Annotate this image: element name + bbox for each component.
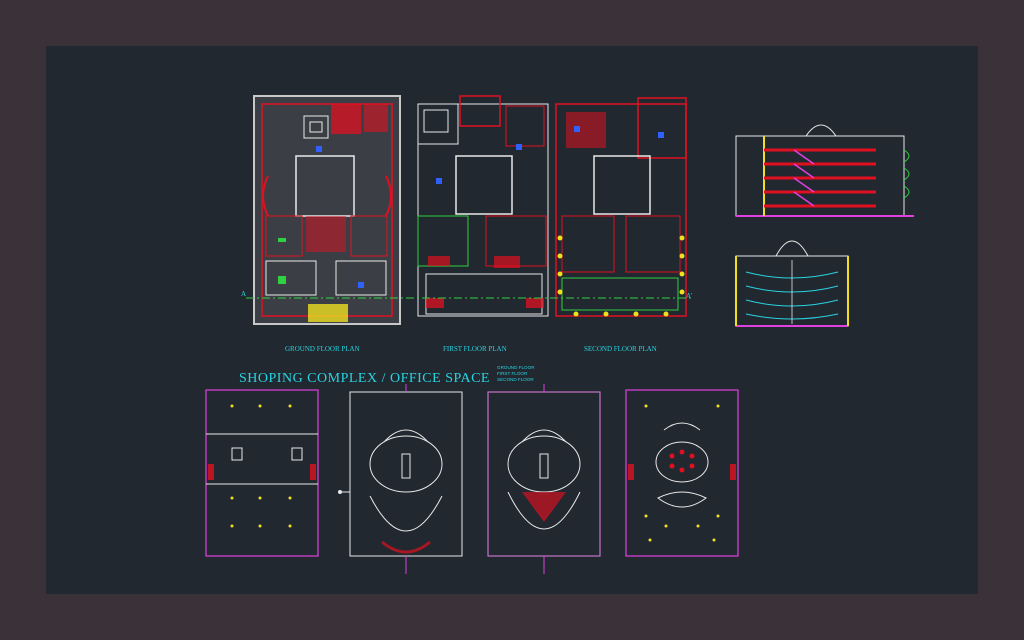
ground-floor-plan: [253, 95, 401, 325]
ground-floor-plan-label: GROUND FLOOR PLAN: [285, 345, 360, 353]
layout-plan-4: [625, 389, 739, 557]
floor-legend-second: SECOND FLOOR: [497, 377, 534, 382]
drawing-title: SHOPING COMPLEX / OFFICE SPACE: [239, 371, 490, 386]
section-elevation-top: [735, 124, 914, 217]
first-floor-plan-label: FIRST FLOOR PLAN: [443, 345, 507, 353]
first-floor-plan: [417, 95, 549, 317]
section-mark-right: A': [686, 292, 692, 300]
layout-plan-3: [487, 384, 601, 574]
layout-plan-1: [205, 389, 319, 557]
section-mark-left: A: [241, 290, 246, 298]
second-floor-plan-label: SECOND FLOOR PLAN: [584, 345, 657, 353]
section-elevation-bottom: [735, 240, 849, 327]
cad-drawing: A A' GROUND FLOOR PLAN FIRST FLOOR PLAN …: [205, 95, 914, 574]
layout-plan-2: [338, 384, 463, 574]
floor-legend-first: FIRST FLOOR: [497, 371, 528, 376]
cad-model-space[interactable]: A A' GROUND FLOOR PLAN FIRST FLOOR PLAN …: [46, 46, 978, 594]
second-floor-plan: [555, 97, 687, 317]
floor-legend-ground: GROUND FLOOR: [497, 365, 535, 370]
